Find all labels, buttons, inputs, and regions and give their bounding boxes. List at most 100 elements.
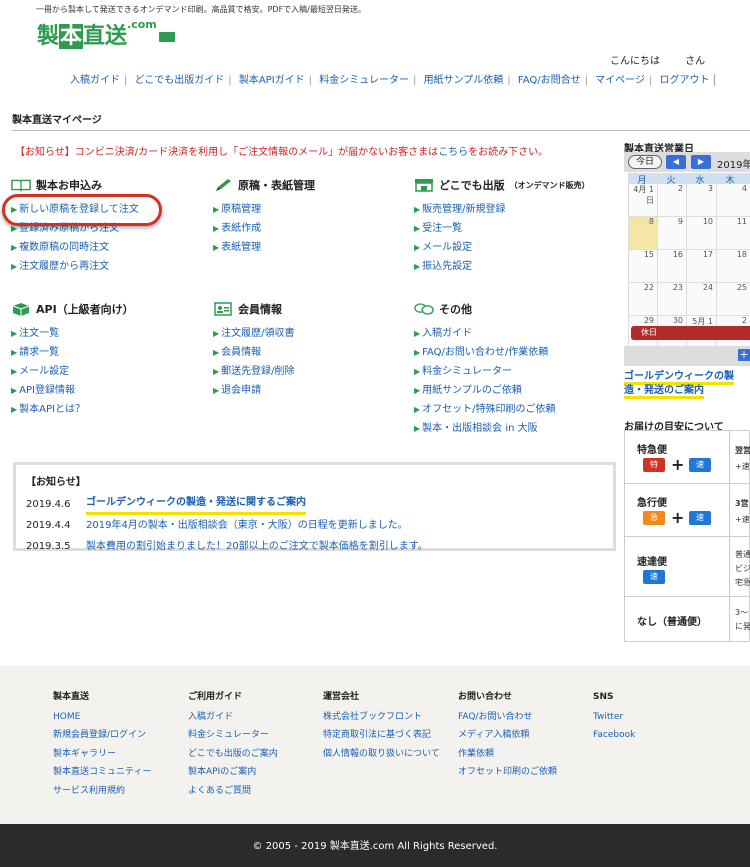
other-faq-link[interactable]: FAQ/お問い合わせ/作業依頼 [414,343,556,362]
api-billing-link[interactable]: 請求一覧 [11,343,85,362]
api-about-link[interactable]: 製本APIとは？ [11,400,85,419]
member-withdraw-link[interactable]: 退会申請 [213,381,295,400]
footer-link-facebook[interactable]: Facebook [593,726,635,745]
footer-link-twitter[interactable]: Twitter [593,708,635,727]
api-registration-link[interactable]: API登録情報 [11,381,85,400]
calendar-day-cell[interactable]: 24 [686,283,716,316]
footer-link-privacy[interactable]: 個人情報の取り扱いについて [323,745,440,764]
order-reorder-link[interactable]: 注文履歴から再注文 [11,257,139,276]
news-link[interactable]: ゴールデンウィークの製造・発送に関するご案内 [86,496,306,515]
news-link[interactable]: 製本費用の割引始まりました！20部以上のご注文で製本価格を割引します。 [86,536,428,557]
nav-nyuko-guide[interactable]: 入稿ガイド [70,75,120,86]
footer-link-community[interactable]: 製本直送コミュニティー [53,763,151,782]
nav-publish-guide[interactable]: どこでも出版ガイド [135,75,225,86]
calendar-prev-button[interactable]: ◀ [666,155,686,169]
calendar-today-button[interactable]: 今日 [628,155,662,169]
calendar-day-cell[interactable]: 9 [657,217,686,250]
calendar-day-cell[interactable]: 16 [657,250,686,283]
footer-link-gallery[interactable]: 製本ギャラリー [53,745,151,764]
member-address-link[interactable]: 郵送先登録/削除 [213,362,294,381]
nav-logout[interactable]: ログアウト [660,75,710,86]
section-member-title: 会員情報 [238,303,282,316]
other-price-simulator-link[interactable]: 料金シミュレーター [414,362,556,381]
nav-api-guide[interactable]: 製本APIガイド [239,75,305,86]
publish-mail-settings-link[interactable]: メール設定 [414,238,506,257]
nav-separator: | [124,75,128,86]
footer-link-publish[interactable]: どこでも出版のご案内 [188,745,278,764]
calendar-next-button[interactable]: ▶ [691,155,711,169]
news-link[interactable]: 2019年4月の製本・出版相談会（東京・大阪）の日程を更新しました。 [86,515,408,536]
footer-link-company[interactable]: 株式会社ブックフロント [323,708,440,727]
calendar-footer [624,346,750,366]
calendar-day-cell[interactable]: 18 [716,250,750,283]
calendar-day-cell[interactable]: 11 [716,217,750,250]
nav-paper-sample[interactable]: 用紙サンプル依頼 [424,75,504,86]
calendar-day-cell[interactable]: 17 [686,250,716,283]
delivery-info: 翌営 [735,446,750,455]
footer-link-home[interactable]: HOME [53,708,151,727]
cube-icon [12,303,30,316]
footer-link-tokushoho[interactable]: 特定商取引法に基づく表記 [323,726,440,745]
golden-week-link[interactable]: ゴールデンウィークの製造・発送のご案内 [624,370,750,399]
publish-sales-manage-link[interactable]: 販売管理/新規登録 [414,200,505,219]
delivery-row-normal: なし（普通便） 3〜 に発 [625,597,750,642]
member-info-link[interactable]: 会員情報 [213,343,295,362]
section-member-heading: 会員情報 [213,301,282,317]
section-order-title: 製本お申込み [36,179,102,192]
calendar-day-cell[interactable]: 15 [628,250,657,283]
calendar-day-cell[interactable]: 4月 1日 [628,184,657,217]
other-offset-printing-link[interactable]: オフセット/特殊印刷のご依頼 [414,400,555,419]
other-paper-sample-link[interactable]: 用紙サンプルのご依頼 [414,381,556,400]
publish-bank-settings-link[interactable]: 振込先設定 [414,257,506,276]
footer-col-contact: お問い合わせ FAQ/お問い合わせ メディア入稿依頼 作業依頼 オフセット印刷の… [458,688,557,782]
delivery-info: +速 [735,515,750,524]
speed-truck-icon: 速 [643,570,665,584]
calendar-day-cell[interactable]: 10 [686,217,716,250]
other-nyuko-guide-link[interactable]: 入稿ガイド [414,324,556,343]
nav-faq[interactable]: FAQ/お問合せ [518,75,581,86]
member-order-history-link[interactable]: 注文履歴/領収書 [213,324,294,343]
nav-price-simulator[interactable]: 料金シミュレーター [319,75,409,86]
notice-link[interactable]: こちら [438,147,468,158]
other-consultation-link[interactable]: 製本・出版相談会 in 大阪 [414,419,556,438]
calendar-day-cell[interactable]: 8 [628,217,657,250]
manuscript-manage-link[interactable]: 原稿管理 [213,200,261,219]
delivery-row-special: 速達便 速 普通 ビジ 宅急 [625,537,750,597]
footer-link-signup[interactable]: 新規会員登録/ログイン [53,726,151,745]
nav-mypage[interactable]: マイページ [595,75,645,86]
footer-link-api[interactable]: 製本APIのご案内 [188,763,278,782]
api-mail-settings-link[interactable]: メール設定 [11,362,85,381]
chat-bubbles-icon [414,303,434,315]
calendar-day-cell[interactable]: 2 [657,184,686,217]
calendar-day-cell[interactable]: 4 [716,184,750,217]
site-tagline: 一冊から製本して発送できるオンデマンド印刷。高品質で格安。PDFで入稿/最短翌日… [36,5,366,14]
footer-link-simulator[interactable]: 料金シミュレーター [188,726,278,745]
footer-link-media[interactable]: メディア入稿依頼 [458,726,557,745]
highlight-annotation [2,194,162,226]
cover-manage-link[interactable]: 表紙管理 [213,238,261,257]
calendar-day-cell[interactable]: 22 [628,283,657,316]
section-api-title: API（上級者向け） [36,303,134,316]
footer-col-sns: SNS Twitter Facebook [593,688,635,745]
api-orders-link[interactable]: 注文一覧 [11,324,85,343]
footer-link-terms[interactable]: サービス利用規約 [53,782,151,801]
delivery-info: 普通 [735,550,750,559]
order-multiple-manuscripts-link[interactable]: 複数原稿の同時注文 [11,238,139,257]
calendar-day-cell[interactable]: 23 [657,283,686,316]
footer-link-work[interactable]: 作業依頼 [458,745,557,764]
footer-link-nyuko[interactable]: 入稿ガイド [188,708,278,727]
delivery-name: 急行便 [637,498,667,509]
footer-link-offset[interactable]: オフセット印刷のご依頼 [458,763,557,782]
logo-domain: .com [127,18,157,31]
calendar-day-cell[interactable]: 3 [686,184,716,217]
site-logo[interactable]: 製本直送.com [37,18,175,50]
footer-link-faq[interactable]: よくあるご質問 [188,782,278,801]
publish-orders-link[interactable]: 受注一覧 [414,219,506,238]
calendar-day-cell[interactable]: 25 [716,283,750,316]
cover-create-link[interactable]: 表紙作成 [213,219,261,238]
calendar-holiday-event[interactable]: 休日 [631,326,750,340]
footer-link-contact[interactable]: FAQ/お問い合わせ [458,708,557,727]
news-date: 2019.4.4 [26,520,71,531]
calendar-add-button[interactable]: + [738,349,750,361]
delivery-info: に発 [735,622,750,631]
